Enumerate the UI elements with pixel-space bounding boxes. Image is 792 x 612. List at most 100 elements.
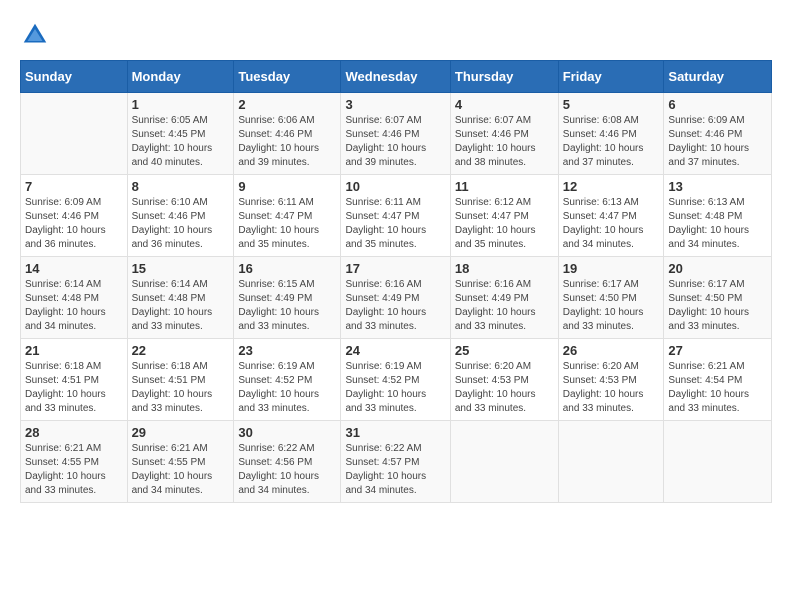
day-number: 18 bbox=[455, 261, 554, 276]
day-cell: 9 Sunrise: 6:11 AM Sunset: 4:47 PM Daylig… bbox=[234, 175, 341, 257]
day-info: Sunrise: 6:12 AM Sunset: 4:47 PM Dayligh… bbox=[455, 196, 554, 252]
day-number: 3 bbox=[345, 97, 445, 112]
page-header bbox=[20, 20, 772, 50]
day-number: 8 bbox=[132, 179, 230, 194]
column-header-sunday: Sunday bbox=[21, 61, 128, 93]
day-number: 11 bbox=[455, 179, 554, 194]
day-info: Sunrise: 6:10 AM Sunset: 4:46 PM Dayligh… bbox=[132, 196, 230, 252]
day-cell bbox=[558, 421, 664, 503]
day-number: 6 bbox=[668, 97, 767, 112]
day-number: 15 bbox=[132, 261, 230, 276]
logo-icon bbox=[20, 20, 50, 50]
day-number: 30 bbox=[238, 425, 336, 440]
day-number: 23 bbox=[238, 343, 336, 358]
day-cell bbox=[450, 421, 558, 503]
day-number: 21 bbox=[25, 343, 123, 358]
day-cell: 18 Sunrise: 6:16 AM Sunset: 4:49 PM Dayli… bbox=[450, 257, 558, 339]
day-number: 9 bbox=[238, 179, 336, 194]
column-header-monday: Monday bbox=[127, 61, 234, 93]
day-number: 24 bbox=[345, 343, 445, 358]
day-number: 22 bbox=[132, 343, 230, 358]
day-info: Sunrise: 6:05 AM Sunset: 4:45 PM Dayligh… bbox=[132, 114, 230, 170]
day-info: Sunrise: 6:14 AM Sunset: 4:48 PM Dayligh… bbox=[25, 278, 123, 334]
day-cell: 15 Sunrise: 6:14 AM Sunset: 4:48 PM Dayli… bbox=[127, 257, 234, 339]
day-cell: 16Sunrise: 6:15 AM Sunset: 4:49 PM Dayli… bbox=[234, 257, 341, 339]
week-row-2: 7 Sunrise: 6:09 AM Sunset: 4:46 PM Daylig… bbox=[21, 175, 772, 257]
day-info: Sunrise: 6:17 AM Sunset: 4:50 PM Dayligh… bbox=[563, 278, 660, 334]
day-cell: 21 Sunrise: 6:18 AM Sunset: 4:51 PM Dayli… bbox=[21, 339, 128, 421]
day-cell: 14 Sunrise: 6:14 AM Sunset: 4:48 PM Dayli… bbox=[21, 257, 128, 339]
day-cell: 30 Sunrise: 6:22 AM Sunset: 4:56 PM Dayli… bbox=[234, 421, 341, 503]
day-info: Sunrise: 6:17 AM Sunset: 4:50 PM Dayligh… bbox=[668, 278, 767, 334]
day-info: Sunrise: 6:21 AM Sunset: 4:54 PM Dayligh… bbox=[668, 360, 767, 416]
day-info: Sunrise: 6:18 AM Sunset: 4:51 PM Dayligh… bbox=[25, 360, 123, 416]
day-cell: 22Sunrise: 6:18 AM Sunset: 4:51 PM Dayli… bbox=[127, 339, 234, 421]
calendar-table: SundayMondayTuesdayWednesdayThursdayFrid… bbox=[20, 60, 772, 503]
day-info: Sunrise: 6:21 AM Sunset: 4:55 PM Dayligh… bbox=[132, 442, 230, 498]
day-cell: 28Sunrise: 6:21 AM Sunset: 4:55 PM Dayli… bbox=[21, 421, 128, 503]
day-number: 19 bbox=[563, 261, 660, 276]
day-number: 14 bbox=[25, 261, 123, 276]
column-header-wednesday: Wednesday bbox=[341, 61, 450, 93]
day-cell bbox=[21, 93, 128, 175]
day-number: 17 bbox=[345, 261, 445, 276]
day-info: Sunrise: 6:11 AM Sunset: 4:47 PM Dayligh… bbox=[345, 196, 445, 252]
day-cell: 10 Sunrise: 6:11 AM Sunset: 4:47 PM Dayli… bbox=[341, 175, 450, 257]
day-info: Sunrise: 6:16 AM Sunset: 4:49 PM Dayligh… bbox=[345, 278, 445, 334]
logo bbox=[20, 20, 54, 50]
day-number: 5 bbox=[563, 97, 660, 112]
day-cell: 3 Sunrise: 6:07 AM Sunset: 4:46 PM Daylig… bbox=[341, 93, 450, 175]
day-cell: 7 Sunrise: 6:09 AM Sunset: 4:46 PM Daylig… bbox=[21, 175, 128, 257]
day-info: Sunrise: 6:07 AM Sunset: 4:46 PM Dayligh… bbox=[455, 114, 554, 170]
day-info: Sunrise: 6:20 AM Sunset: 4:53 PM Dayligh… bbox=[455, 360, 554, 416]
day-cell: 4Sunrise: 6:07 AM Sunset: 4:46 PM Daylig… bbox=[450, 93, 558, 175]
day-number: 16 bbox=[238, 261, 336, 276]
day-info: Sunrise: 6:06 AM Sunset: 4:46 PM Dayligh… bbox=[238, 114, 336, 170]
day-number: 1 bbox=[132, 97, 230, 112]
day-info: Sunrise: 6:19 AM Sunset: 4:52 PM Dayligh… bbox=[345, 360, 445, 416]
day-info: Sunrise: 6:22 AM Sunset: 4:56 PM Dayligh… bbox=[238, 442, 336, 498]
day-info: Sunrise: 6:08 AM Sunset: 4:46 PM Dayligh… bbox=[563, 114, 660, 170]
day-number: 12 bbox=[563, 179, 660, 194]
day-cell: 5 Sunrise: 6:08 AM Sunset: 4:46 PM Daylig… bbox=[558, 93, 664, 175]
week-row-3: 14 Sunrise: 6:14 AM Sunset: 4:48 PM Dayli… bbox=[21, 257, 772, 339]
day-cell: 6Sunrise: 6:09 AM Sunset: 4:46 PM Daylig… bbox=[664, 93, 772, 175]
day-info: Sunrise: 6:09 AM Sunset: 4:46 PM Dayligh… bbox=[25, 196, 123, 252]
day-cell: 13 Sunrise: 6:13 AM Sunset: 4:48 PM Dayli… bbox=[664, 175, 772, 257]
day-info: Sunrise: 6:07 AM Sunset: 4:46 PM Dayligh… bbox=[345, 114, 445, 170]
day-cell: 17 Sunrise: 6:16 AM Sunset: 4:49 PM Dayli… bbox=[341, 257, 450, 339]
day-number: 27 bbox=[668, 343, 767, 358]
column-header-friday: Friday bbox=[558, 61, 664, 93]
day-number: 25 bbox=[455, 343, 554, 358]
day-cell: 31Sunrise: 6:22 AM Sunset: 4:57 PM Dayli… bbox=[341, 421, 450, 503]
day-number: 7 bbox=[25, 179, 123, 194]
week-row-5: 28Sunrise: 6:21 AM Sunset: 4:55 PM Dayli… bbox=[21, 421, 772, 503]
day-cell: 26 Sunrise: 6:20 AM Sunset: 4:53 PM Dayli… bbox=[558, 339, 664, 421]
day-cell: 12 Sunrise: 6:13 AM Sunset: 4:47 PM Dayli… bbox=[558, 175, 664, 257]
day-number: 20 bbox=[668, 261, 767, 276]
day-number: 26 bbox=[563, 343, 660, 358]
day-info: Sunrise: 6:13 AM Sunset: 4:48 PM Dayligh… bbox=[668, 196, 767, 252]
day-info: Sunrise: 6:16 AM Sunset: 4:49 PM Dayligh… bbox=[455, 278, 554, 334]
day-info: Sunrise: 6:21 AM Sunset: 4:55 PM Dayligh… bbox=[25, 442, 123, 498]
day-number: 10 bbox=[345, 179, 445, 194]
day-cell bbox=[664, 421, 772, 503]
column-headers: SundayMondayTuesdayWednesdayThursdayFrid… bbox=[21, 61, 772, 93]
day-info: Sunrise: 6:19 AM Sunset: 4:52 PM Dayligh… bbox=[238, 360, 336, 416]
day-info: Sunrise: 6:14 AM Sunset: 4:48 PM Dayligh… bbox=[132, 278, 230, 334]
column-header-saturday: Saturday bbox=[664, 61, 772, 93]
day-cell: 2 Sunrise: 6:06 AM Sunset: 4:46 PM Daylig… bbox=[234, 93, 341, 175]
day-cell: 8 Sunrise: 6:10 AM Sunset: 4:46 PM Daylig… bbox=[127, 175, 234, 257]
day-info: Sunrise: 6:11 AM Sunset: 4:47 PM Dayligh… bbox=[238, 196, 336, 252]
day-info: Sunrise: 6:13 AM Sunset: 4:47 PM Dayligh… bbox=[563, 196, 660, 252]
day-info: Sunrise: 6:20 AM Sunset: 4:53 PM Dayligh… bbox=[563, 360, 660, 416]
day-number: 29 bbox=[132, 425, 230, 440]
day-cell: 24 Sunrise: 6:19 AM Sunset: 4:52 PM Dayli… bbox=[341, 339, 450, 421]
day-cell: 11 Sunrise: 6:12 AM Sunset: 4:47 PM Dayli… bbox=[450, 175, 558, 257]
day-cell: 25 Sunrise: 6:20 AM Sunset: 4:53 PM Dayli… bbox=[450, 339, 558, 421]
week-row-1: 1 Sunrise: 6:05 AM Sunset: 4:45 PM Daylig… bbox=[21, 93, 772, 175]
day-cell: 23 Sunrise: 6:19 AM Sunset: 4:52 PM Dayli… bbox=[234, 339, 341, 421]
column-header-thursday: Thursday bbox=[450, 61, 558, 93]
day-number: 2 bbox=[238, 97, 336, 112]
day-number: 13 bbox=[668, 179, 767, 194]
